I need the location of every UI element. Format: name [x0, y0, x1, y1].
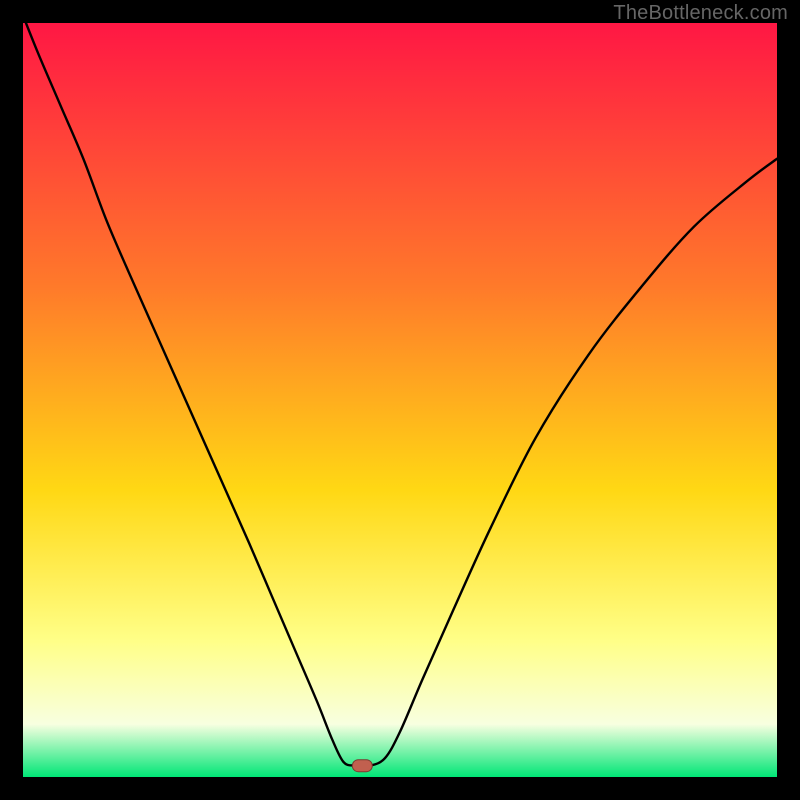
bottleneck-chart [23, 23, 777, 777]
chart-frame: TheBottleneck.com [0, 0, 800, 800]
optimal-marker [352, 760, 372, 772]
gradient-background [23, 23, 777, 777]
attribution-label: TheBottleneck.com [613, 2, 788, 25]
